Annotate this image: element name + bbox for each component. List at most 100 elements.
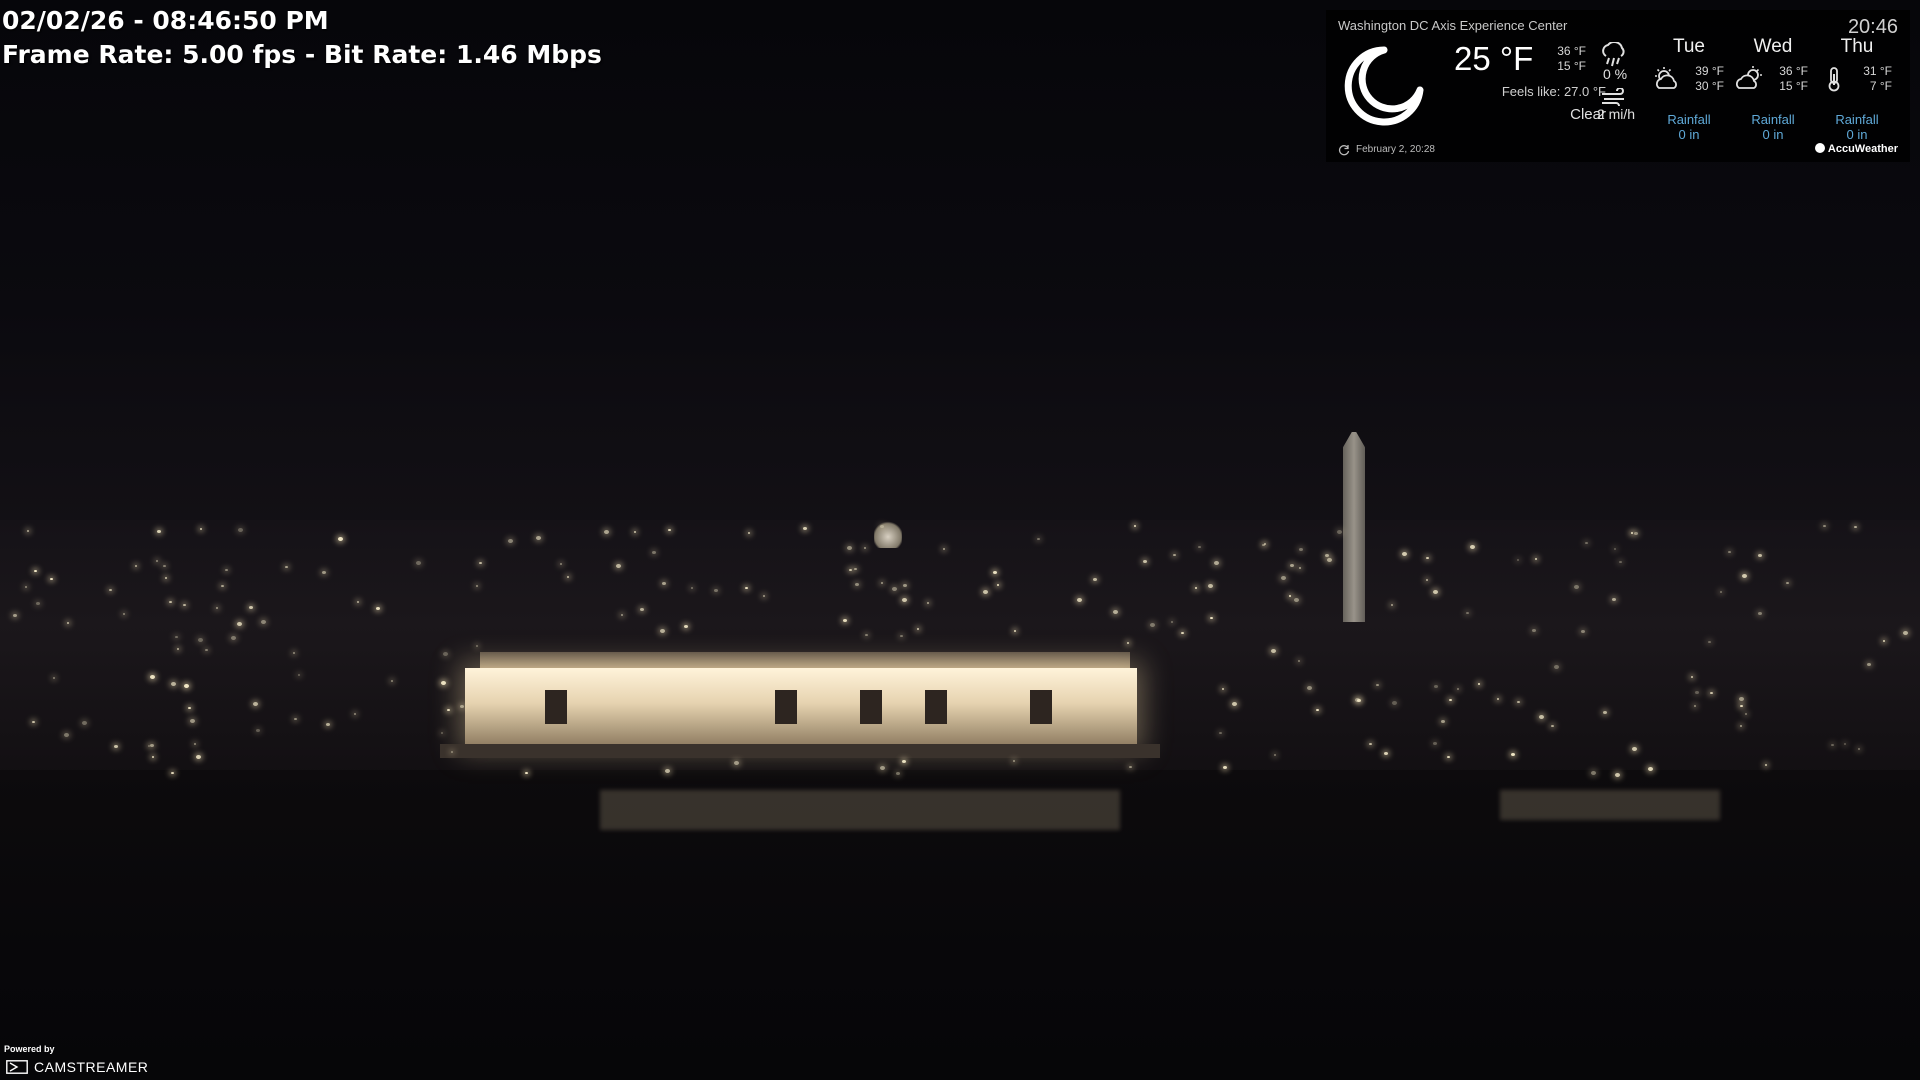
city-light [169, 601, 172, 603]
city-light [1497, 698, 1499, 700]
city-light [285, 566, 288, 568]
water-reflection [600, 790, 1120, 830]
city-light [1129, 766, 1132, 768]
city-light [849, 569, 852, 571]
today-high: 36 °F [1557, 44, 1586, 58]
city-light [163, 565, 166, 567]
city-light [253, 702, 258, 706]
city-light [1013, 760, 1015, 762]
city-light [67, 622, 69, 624]
city-light [1014, 630, 1016, 632]
city-light [1585, 542, 1588, 544]
stream-stats-text: Frame Rate: 5.00 fps - Bit Rate: 1.46 Mb… [2, 40, 602, 69]
city-light [1742, 574, 1747, 578]
city-light [892, 587, 897, 591]
building-window [860, 690, 882, 724]
city-light [1535, 558, 1537, 560]
city-light [1299, 567, 1301, 569]
city-light [249, 606, 253, 609]
city-light [1173, 554, 1176, 556]
building-window [925, 690, 947, 724]
city-light [662, 582, 666, 585]
city-light [157, 530, 161, 533]
city-light [1511, 753, 1515, 756]
kennedy-center-terrace [440, 744, 1160, 758]
camstreamer-icon [6, 1060, 28, 1074]
city-light [13, 614, 17, 617]
forecast-high-low: 39 °F 30 °F [1680, 64, 1724, 94]
city-light [1134, 525, 1136, 527]
forecast-rain-label: Rainfall [1667, 112, 1711, 127]
forecast-low: 30 °F [1695, 79, 1724, 93]
city-light [391, 680, 393, 682]
city-light [1615, 773, 1620, 777]
today-low: 15 °F [1557, 59, 1586, 73]
city-light [443, 652, 448, 656]
capitol-dome [874, 520, 902, 548]
city-light [1392, 701, 1397, 705]
city-light [1113, 610, 1118, 614]
city-light [1274, 754, 1276, 756]
partly-cloudy-sun-icon [1655, 67, 1677, 89]
forecast-rain-label: Rainfall [1751, 112, 1795, 127]
city-light [1478, 683, 1480, 685]
city-light [188, 707, 191, 709]
city-light [171, 682, 176, 686]
city-light [1740, 705, 1743, 707]
city-light [896, 772, 900, 775]
city-light [604, 530, 609, 534]
city-light [1198, 546, 1201, 548]
building-window [1030, 690, 1052, 724]
forecast-rain-value: 0 in [1762, 127, 1784, 142]
city-light [1337, 530, 1342, 534]
city-light [1426, 579, 1428, 581]
city-light [238, 528, 243, 532]
city-light [1271, 649, 1276, 653]
city-light [376, 607, 380, 610]
city-light [1325, 554, 1329, 557]
city-light [616, 564, 621, 568]
city-light [1758, 612, 1762, 615]
city-light [231, 636, 236, 640]
forecast-high: 39 °F [1695, 64, 1724, 78]
city-light [114, 745, 118, 748]
washington-monument [1343, 432, 1365, 622]
current-temperature: 25 °F [1454, 40, 1534, 77]
city-light [864, 547, 866, 549]
city-light [1631, 532, 1633, 534]
city-light [82, 721, 87, 725]
city-light [152, 756, 154, 758]
city-light [525, 772, 528, 774]
forecast-day-name: Wed [1753, 36, 1793, 57]
city-light [1619, 561, 1622, 563]
forecast-day-name: Tue [1672, 36, 1706, 57]
city-light [1077, 598, 1082, 602]
city-light [880, 525, 884, 528]
city-light [156, 560, 158, 562]
city-light [171, 772, 174, 774]
city-light [1708, 641, 1711, 643]
partly-cloudy-sun-icon [1736, 66, 1762, 89]
city-light [865, 634, 868, 636]
city-light [1634, 532, 1638, 535]
city-light [1466, 612, 1469, 614]
city-light [1574, 585, 1579, 589]
city-light [1694, 705, 1696, 707]
city-light [1327, 558, 1332, 562]
city-light [1648, 767, 1653, 771]
city-light [354, 713, 356, 715]
city-light [652, 551, 656, 554]
city-light [993, 571, 997, 574]
city-light [1181, 632, 1184, 634]
camera-view [0, 0, 1920, 1080]
city-light [1264, 543, 1266, 545]
city-light [1298, 660, 1300, 662]
city-light [508, 539, 513, 543]
city-light [997, 584, 999, 586]
forecast-rain-value: 0 in [1846, 127, 1868, 142]
city-light [1710, 692, 1713, 694]
city-light [1758, 554, 1762, 557]
weather-location: Washington DC Axis Experience Center [1338, 18, 1568, 33]
city-light [237, 622, 242, 626]
accuweather-logo: AccuWeather [1814, 143, 1898, 155]
